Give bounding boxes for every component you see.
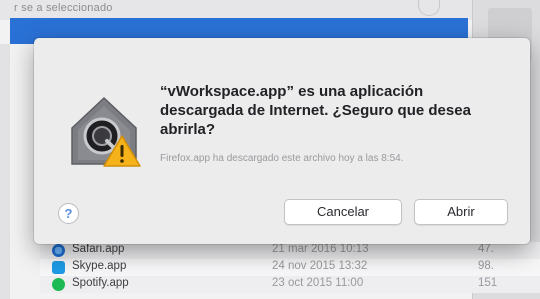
gatekeeper-warning-icon [71,96,141,167]
background-toolbar-button[interactable] [418,0,440,16]
file-name: Skype.app [72,260,127,272]
background-toolbar-text: r se a seleccionado [14,2,113,14]
skype-icon [52,261,65,274]
file-date: 24 nov 2015 13:32 [272,260,368,272]
cancel-button[interactable]: Cancelar [284,199,402,225]
file-size: 151 [478,277,498,289]
security-alert-dialog: “vWorkspace.app” es una aplicación desca… [34,38,530,244]
dialog-message: Firefox.app ha descargado este archivo h… [160,153,404,164]
file-name: Safari.app [72,243,125,255]
file-name: Spotify.app [72,277,129,289]
file-date: 21 mar 2016 10:13 [272,243,369,255]
file-row[interactable]: Safari.app 21 mar 2016 10:13 47. [40,242,540,259]
open-button[interactable]: Abrir [414,199,508,225]
file-date: 23 oct 2015 11:00 [272,277,364,289]
background-toolbar: r se a seleccionado [0,0,540,20]
file-size: 98. [478,260,494,272]
file-size: 47. [478,243,494,255]
file-row[interactable]: Spotify.app 23 oct 2015 11:00 151 [40,276,540,293]
background-sidebar-edge [0,44,10,299]
file-row[interactable]: Skype.app 24 nov 2015 13:32 98. [40,259,540,276]
spotify-icon [52,278,65,291]
safari-icon [52,244,65,257]
dialog-title: “vWorkspace.app” es una aplicación desca… [160,83,471,138]
help-button[interactable]: ? [58,203,79,224]
